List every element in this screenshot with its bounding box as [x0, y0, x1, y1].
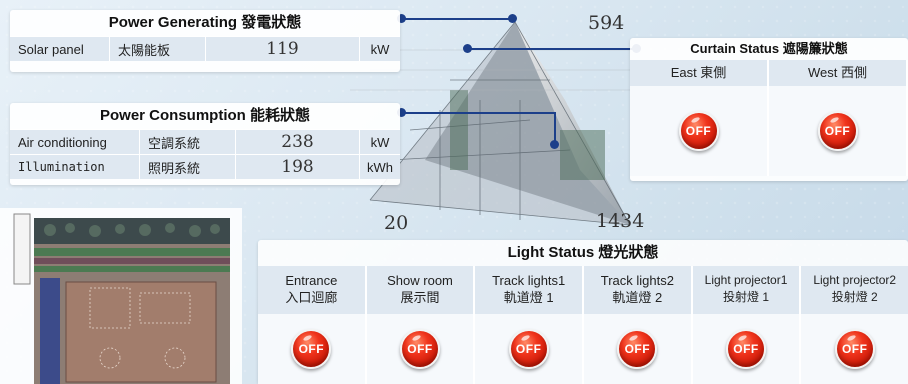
track-lights2-off-button[interactable]: OFF [617, 329, 658, 369]
light-label-zh: 投射燈 1 [723, 290, 770, 304]
light-label: Light projector2 投射燈 2 [801, 266, 908, 314]
floor-plan-image [0, 208, 242, 384]
light-label-zh: 軌道燈 1 [503, 290, 554, 305]
entrance-off-button[interactable]: OFF [291, 329, 332, 369]
row-unit: kWh [367, 159, 393, 175]
light-button-cell: OFF [367, 314, 476, 384]
curtain-east-cell: OFF [630, 86, 769, 176]
curtain-west-off-button[interactable]: OFF [817, 111, 858, 151]
curtain-header-row: East 東側 West 西側 [630, 60, 908, 86]
track-lights1-off-button[interactable]: OFF [508, 329, 549, 369]
light-label-en: Light projector2 [813, 273, 897, 287]
light-button-cell: OFF [801, 314, 908, 384]
power-consumption-title: Power Consumption 能耗狀態 [99, 107, 310, 124]
aircon-value: 238 [236, 130, 360, 154]
light-header-row: Entrance 入口迴廊 Show room 展示間 Track lights1 軌… [258, 266, 908, 314]
light-label-zh: 展示間 [400, 290, 440, 305]
dimension-top: 594 [588, 12, 625, 34]
light-label-zh: 入口迴廊 [285, 290, 338, 305]
light-label: Show room 展示間 [367, 266, 476, 314]
table-row: Solar panel 太陽能板 119 kW [10, 36, 400, 61]
table-row: Air conditioning 空調系統 238 kW [10, 129, 400, 154]
curtain-east-label: East 東側 [630, 60, 769, 86]
light-label-zh: 軌道燈 2 [612, 290, 663, 305]
row-unit: kW [370, 41, 390, 57]
curtain-status-panel: Curtain Status 遮陽簾狀態 East 東側 West 西側 OFF… [630, 38, 908, 181]
power-consumption-panel: Power Consumption 能耗狀態 Air conditioning … [10, 103, 400, 185]
light-label: Track lights2 軌道燈 2 [584, 266, 693, 314]
connector-line [402, 18, 514, 20]
light-label-en: Track lights2 [600, 273, 674, 288]
power-generating-title: Power Generating 發電狀態 [108, 14, 302, 31]
connector-dot [508, 14, 517, 23]
table-row: Illumination 照明系統 198 kWh [10, 154, 400, 179]
connector-dot [463, 44, 472, 53]
curtain-west-label: West 西側 [769, 60, 908, 86]
curtain-button-row: OFF OFF [630, 86, 908, 176]
row-unit: kW [370, 134, 390, 150]
light-label-en: Show room [387, 273, 453, 288]
connector-line [402, 112, 556, 114]
connector-line [468, 48, 638, 50]
power-generating-panel: Power Generating 發電狀態 Solar panel 太陽能板 1… [10, 10, 400, 72]
curtain-west-cell: OFF [769, 86, 908, 176]
light-status-panel: Light Status 燈光狀態 Entrance 入口迴廊 Show room… [258, 240, 908, 384]
solar-value: 119 [206, 37, 360, 61]
light-title: Light Status 燈光狀態 [507, 244, 659, 261]
light-button-cell: OFF [258, 314, 367, 384]
light-projector1-off-button[interactable]: OFF [726, 329, 767, 369]
illumination-value: 198 [236, 155, 360, 179]
light-button-cell: OFF [475, 314, 585, 384]
connector-dot [550, 140, 559, 149]
light-button-cell: OFF [693, 314, 802, 384]
light-button-cell: OFF [584, 314, 693, 384]
row-name-en: Air conditioning [10, 130, 140, 154]
light-label: Entrance 入口迴廊 [258, 266, 367, 314]
curtain-east-off-button[interactable]: OFF [678, 111, 719, 151]
light-projector2-off-button[interactable]: OFF [834, 329, 875, 369]
row-name-zh: 照明系統 [140, 155, 236, 179]
light-button-row: OFF OFF OFF OFF OFF OFF [258, 314, 908, 384]
dimension-left: 20 [384, 212, 409, 234]
row-name-en: Illumination [10, 155, 140, 179]
row-name-zh: 空調系統 [140, 130, 236, 154]
light-label-en: Entrance [285, 273, 338, 288]
light-label: Light projector1 投射燈 1 [693, 266, 802, 314]
row-name-zh: 太陽能板 [110, 37, 206, 61]
curtain-title: Curtain Status 遮陽簾狀態 [690, 41, 848, 56]
showroom-off-button[interactable]: OFF [400, 329, 440, 369]
dimension-right: 1434 [596, 210, 645, 232]
light-label: Track lights1 軌道燈 1 [475, 266, 585, 314]
light-label-en: Light projector1 [704, 273, 788, 287]
light-label-en: Track lights1 [492, 273, 566, 288]
light-label-zh: 投射燈 2 [831, 290, 878, 304]
row-name-en: Solar panel [10, 37, 110, 61]
